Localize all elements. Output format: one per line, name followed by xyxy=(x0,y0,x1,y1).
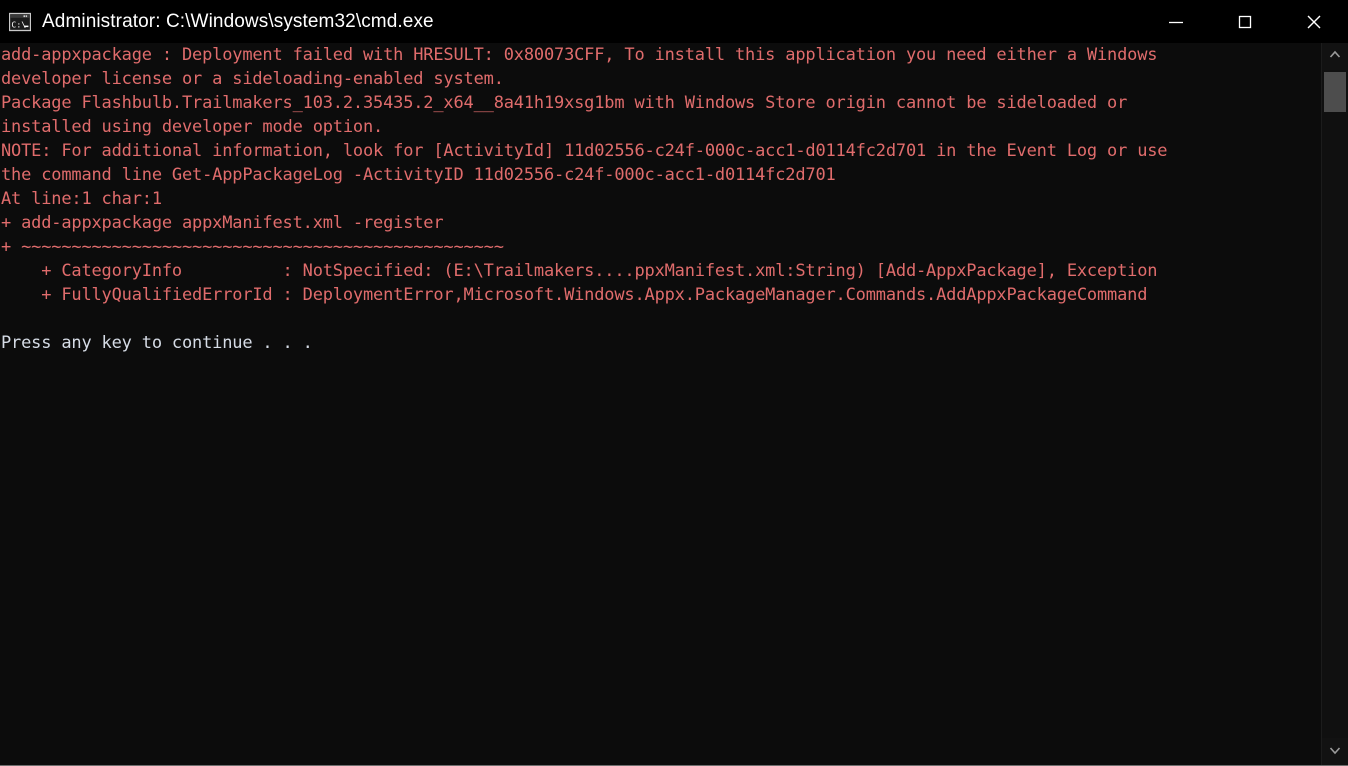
minimize-button[interactable] xyxy=(1141,0,1210,43)
maximize-button[interactable] xyxy=(1210,0,1279,43)
chevron-down-icon xyxy=(1327,742,1343,762)
vertical-scrollbar[interactable] xyxy=(1321,43,1348,765)
console-output: add-appxpackage : Deployment failed with… xyxy=(1,43,1321,355)
title-bar[interactable]: C:\ Administrator: C:\Windows\system32\c… xyxy=(0,0,1348,43)
console-line: + CategoryInfo : NotSpecified: (E:\Trail… xyxy=(1,261,1158,281)
console-line: installed using developer mode option. xyxy=(1,117,384,137)
console-line: developer license or a sideloading-enabl… xyxy=(1,69,504,89)
svg-text:C:\: C:\ xyxy=(11,19,26,29)
window-controls xyxy=(1141,0,1348,43)
chevron-up-icon xyxy=(1327,47,1343,67)
scroll-down-button[interactable] xyxy=(1322,738,1348,765)
console-line: NOTE: For additional information, look f… xyxy=(1,141,1168,161)
console-screen[interactable]: add-appxpackage : Deployment failed with… xyxy=(0,43,1321,765)
console-area: add-appxpackage : Deployment failed with… xyxy=(0,43,1348,765)
console-line: At line:1 char:1 xyxy=(1,189,162,209)
window-title: Administrator: C:\Windows\system32\cmd.e… xyxy=(42,10,434,32)
minimize-icon xyxy=(1163,9,1189,35)
console-line: + FullyQualifiedErrorId : DeploymentErro… xyxy=(1,285,1148,305)
console-line: + ~~~~~~~~~~~~~~~~~~~~~~~~~~~~~~~~~~~~~~… xyxy=(1,237,504,257)
scrollbar-track[interactable] xyxy=(1322,70,1348,738)
close-icon xyxy=(1300,8,1328,36)
console-line: Press any key to continue . . . xyxy=(1,333,313,353)
close-button[interactable] xyxy=(1279,0,1348,43)
console-line: add-appxpackage : Deployment failed with… xyxy=(1,45,1158,65)
scrollbar-thumb[interactable] xyxy=(1324,72,1346,112)
console-line: the command line Get-AppPackageLog -Acti… xyxy=(1,165,836,185)
scroll-up-button[interactable] xyxy=(1322,43,1348,70)
cmd-window: C:\ Administrator: C:\Windows\system32\c… xyxy=(0,0,1348,766)
console-line: Package Flashbulb.Trailmakers_103.2.3543… xyxy=(1,93,1128,113)
maximize-icon xyxy=(1232,9,1258,35)
cmd-console-icon: C:\ xyxy=(8,11,32,33)
console-line: + add-appxpackage appxManifest.xml -regi… xyxy=(1,213,444,233)
title-bar-left: C:\ Administrator: C:\Windows\system32\c… xyxy=(0,0,1141,43)
